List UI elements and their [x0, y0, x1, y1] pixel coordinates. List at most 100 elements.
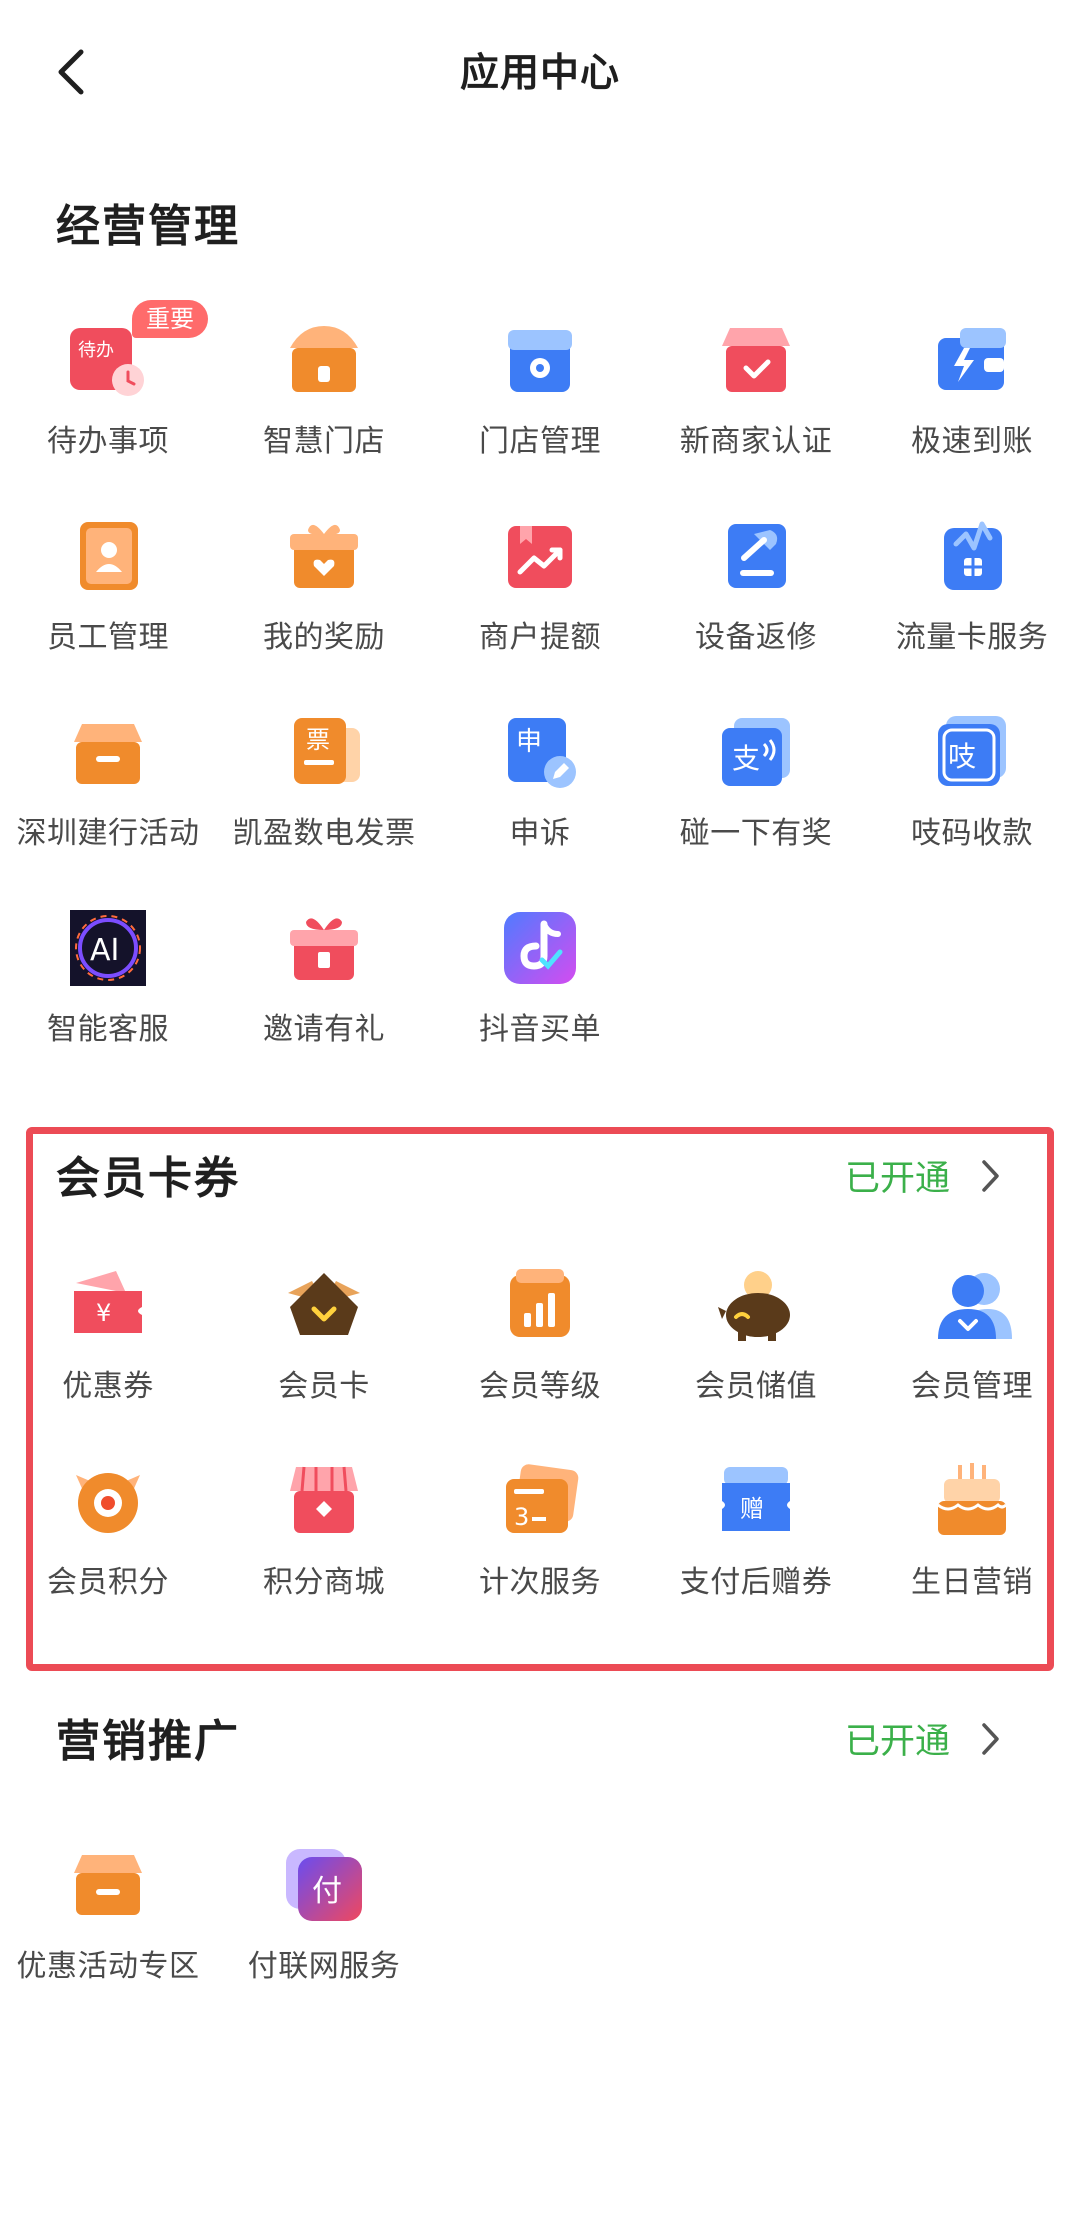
member-card-icon: [288, 1273, 360, 1335]
staff-icon: [80, 522, 138, 590]
page-title: 应用中心: [459, 51, 620, 96]
app-label: 会员等级: [479, 1369, 601, 1404]
app-member-card[interactable]: 会员卡: [216, 1255, 432, 1451]
app-member-deposit[interactable]: 会员储值: [648, 1255, 864, 1451]
app-label: 积分商城: [263, 1565, 385, 1600]
app-douyin-pay[interactable]: 抖音买单: [432, 898, 648, 1094]
app-label: 商户提额: [479, 620, 601, 655]
app-fulian-service[interactable]: 付 付联网服务: [216, 1835, 432, 2031]
fulian-icon-text: 付: [312, 1874, 342, 1909]
app-birthday[interactable]: 生日营销: [864, 1451, 1080, 1647]
app-label: 智能客服: [47, 1012, 169, 1047]
app-label: 员工管理: [47, 620, 169, 655]
count-icon-text: 3: [514, 1503, 529, 1531]
app-label: 会员卡: [278, 1369, 370, 1404]
app-label: 吱码收款: [911, 816, 1033, 851]
app-coupon[interactable]: ¥ 优惠券: [0, 1255, 216, 1451]
member-deposit-icon: [718, 1271, 790, 1341]
app-label: 邀请有礼: [263, 1012, 385, 1047]
app-merchant-verify[interactable]: 新商家认证: [648, 310, 864, 506]
app-post-pay-coupon[interactable]: 赠 支付后赠券: [648, 1451, 864, 1647]
douyin-pay-icon: [504, 912, 576, 984]
app-reward[interactable]: 我的奖励: [216, 506, 432, 702]
app-data-card[interactable]: 流量卡服务: [864, 506, 1080, 702]
ai-icon-text: AI: [90, 933, 119, 968]
count-service-icon: 3: [506, 1464, 579, 1533]
app-label: 付联网服务: [247, 1949, 401, 1984]
smart-store-icon: [290, 326, 358, 392]
top-bar: 应用中心: [0, 0, 1080, 150]
section-title-marketing: 营销推广: [56, 1716, 240, 1767]
todo-icon: 待办: [70, 328, 144, 396]
app-label: 设备返修: [695, 620, 817, 655]
app-invoice[interactable]: 票 凯盈数电发票: [216, 702, 432, 898]
app-label: 智慧门店: [263, 424, 385, 459]
app-todo[interactable]: 待办 待办事项: [0, 310, 216, 506]
app-count-service[interactable]: 3 计次服务: [432, 1451, 648, 1647]
section-title-business: 经营管理: [56, 201, 240, 252]
coupon-icon: ¥: [74, 1271, 142, 1333]
app-label: 深圳建行活动: [16, 816, 200, 851]
app-label: 优惠券: [62, 1369, 154, 1404]
data-card-icon: [944, 521, 1002, 590]
member-opened-link[interactable]: 已开通: [845, 1150, 1000, 1201]
member-level-icon: [510, 1269, 570, 1337]
app-label: 优惠活动专区: [16, 1949, 200, 1984]
business-app-grid: 待办 待办事项 智慧门店 门店管理 新商家认证 极速到账 员工管理 我的奖励 商…: [0, 310, 1080, 1094]
appeal-icon: 申: [508, 718, 576, 788]
reward-icon: [290, 524, 358, 588]
app-member-points[interactable]: 会员积分: [0, 1451, 216, 1647]
app-label: 新商家认证: [679, 424, 833, 459]
ai-service-icon: AI: [70, 910, 146, 986]
app-appeal[interactable]: 申 申诉: [432, 702, 648, 898]
app-points-mall[interactable]: 积分商城: [216, 1451, 432, 1647]
app-repair[interactable]: 设备返修: [648, 506, 864, 702]
member-app-grid: ¥ 优惠券 会员卡 会员等级 会员储值 会员管理 会员积分 积分商城 3 计次服…: [0, 1255, 1080, 1647]
app-invite-gift[interactable]: 邀请有礼: [216, 898, 432, 1094]
app-member-level[interactable]: 会员等级: [432, 1255, 648, 1451]
app-label: 抖音买单: [479, 1012, 601, 1047]
quota-up-icon: [508, 526, 572, 588]
app-tap-reward[interactable]: 支 碰一下有奖: [648, 702, 864, 898]
bank-activity-icon: [74, 724, 142, 784]
appeal-icon-text: 申: [516, 727, 542, 757]
app-label: 我的奖励: [263, 620, 385, 655]
app-member-manage[interactable]: 会员管理: [864, 1255, 1080, 1451]
gift-coupon-icon-text: 赠: [740, 1495, 764, 1523]
store-manage-icon: [508, 330, 572, 392]
app-label: 会员储值: [695, 1369, 817, 1404]
app-label: 极速到账: [911, 424, 1033, 459]
repair-icon: [728, 524, 786, 588]
app-label: 申诉: [509, 816, 571, 851]
chevron-right-icon: [982, 1159, 999, 1192]
app-label: 门店管理: [479, 424, 601, 459]
app-smart-store[interactable]: 智慧门店: [216, 310, 432, 506]
zhi-code-icon-text: 吱: [948, 740, 976, 773]
app-label: 流量卡服务: [895, 620, 1049, 655]
birthday-icon: [937, 1463, 1008, 1535]
coupon-icon-text: ¥: [96, 1299, 111, 1327]
app-store-manage[interactable]: 门店管理: [432, 310, 648, 506]
chevron-right-icon: [982, 1722, 999, 1755]
marketing-opened-link[interactable]: 已开通: [845, 1713, 1000, 1764]
app-staff[interactable]: 员工管理: [0, 506, 216, 702]
todo-icon-text: 待办: [78, 340, 114, 361]
app-label: 支付后赠券: [679, 1565, 833, 1600]
invoice-icon: 票: [294, 718, 360, 784]
app-zhi-code[interactable]: 吱 吱码收款: [864, 702, 1080, 898]
app-bank-activity[interactable]: 深圳建行活动: [0, 702, 216, 898]
promo-zone-icon: [74, 1855, 142, 1915]
fulian-service-icon: 付: [286, 1849, 362, 1921]
fast-arrival-icon: [938, 328, 1006, 390]
app-quota-up[interactable]: 商户提额: [432, 506, 648, 702]
app-fast-arrival[interactable]: 极速到账: [864, 310, 1080, 506]
marketing-opened-label: 已开通: [844, 1722, 950, 1762]
app-label: 凯盈数电发票: [232, 816, 416, 851]
invite-gift-icon: [290, 918, 358, 980]
app-label: 会员管理: [911, 1369, 1033, 1404]
points-mall-icon: [290, 1466, 358, 1533]
app-ai-service[interactable]: AI 智能客服: [0, 898, 216, 1094]
app-promo-zone[interactable]: 优惠活动专区: [0, 1835, 216, 2031]
post-pay-coupon-icon: 赠: [722, 1467, 790, 1531]
tap-reward-icon: 支: [722, 718, 790, 786]
